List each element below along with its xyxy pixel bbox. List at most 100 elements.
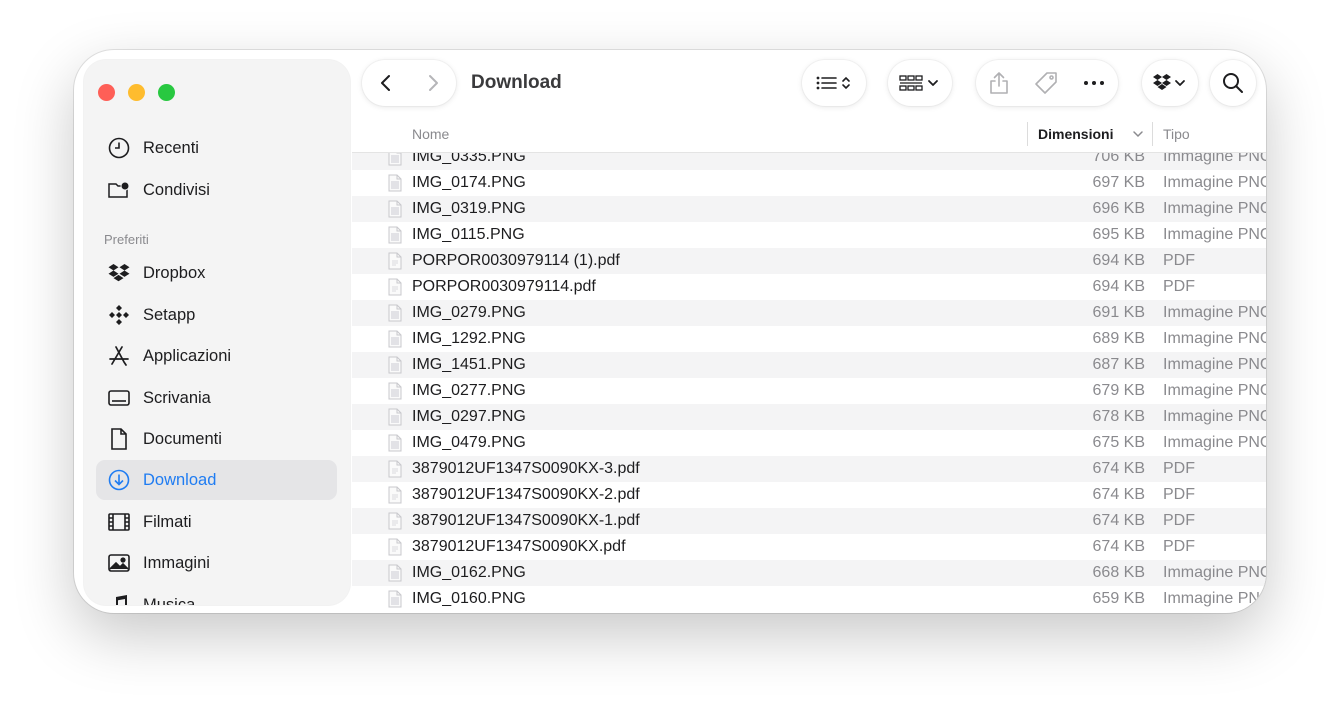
grid-group-icon — [899, 60, 941, 106]
file-kind: Immagine PNG — [1163, 174, 1266, 191]
sidebar-item-label: Applicazioni — [143, 346, 232, 365]
more-icon[interactable] — [1082, 60, 1106, 106]
column-header: Nome Dimensioni Tipo — [352, 116, 1266, 153]
file-name: 3879012UF1347S0090KX.pdf — [412, 538, 626, 555]
file-name: IMG_0479.PNG — [412, 434, 526, 451]
sidebar-item-label: Documenti — [143, 429, 222, 448]
table-row[interactable]: IMG_0319.PNG 696 KB Immagine PNG — [352, 196, 1266, 222]
group-button[interactable] — [888, 60, 952, 106]
view-options-button[interactable] — [802, 60, 866, 106]
zoom-window-button[interactable] — [158, 84, 175, 101]
image-file-icon — [388, 590, 402, 608]
search-icon — [1222, 60, 1244, 106]
image-file-icon — [388, 200, 402, 218]
music-icon — [106, 592, 132, 605]
sidebar-item-label: Dropbox — [143, 263, 206, 282]
image-file-icon — [388, 304, 402, 322]
column-separator[interactable] — [1152, 122, 1153, 146]
sidebar-item-scrivania[interactable]: Scrivania — [96, 378, 337, 418]
file-kind: Immagine PNG — [1163, 304, 1266, 321]
file-kind: Immagine PNG — [1163, 382, 1266, 399]
file-name: IMG_0279.PNG — [412, 304, 526, 321]
image-file-icon — [388, 174, 402, 192]
file-kind: Immagine PNG — [1163, 200, 1266, 217]
setapp-icon — [106, 302, 132, 328]
table-row[interactable]: PORPOR0030979114.pdf 694 KB PDF — [352, 274, 1266, 300]
table-row[interactable]: PORPOR0030979114 (1).pdf 694 KB PDF — [352, 248, 1266, 274]
file-name: IMG_0162.PNG — [412, 564, 526, 581]
table-row[interactable]: IMG_0160.PNG 659 KB Immagine PNG — [352, 586, 1266, 612]
file-name: 3879012UF1347S0090KX-3.pdf — [412, 460, 640, 477]
table-row[interactable]: IMG_0479.PNG 675 KB Immagine PNG — [352, 430, 1266, 456]
file-name: 3879012UF1347S0090KX-1.pdf — [412, 512, 640, 529]
table-row[interactable]: IMG_1292.PNG 689 KB Immagine PNG — [352, 326, 1266, 352]
pdf-file-icon — [388, 460, 402, 478]
sidebar-item-download[interactable]: Download — [96, 460, 337, 500]
forward-chevron-icon — [428, 75, 438, 91]
column-name[interactable]: Nome — [412, 126, 449, 142]
table-row[interactable]: IMG_0174.PNG 697 KB Immagine PNG — [352, 170, 1266, 196]
sidebar-item-label: Filmati — [143, 512, 192, 531]
sidebar-item-dropbox[interactable]: Dropbox — [96, 253, 337, 293]
table-row[interactable]: IMG_0279.PNG 691 KB Immagine PNG — [352, 300, 1266, 326]
tag-icon[interactable] — [1034, 60, 1058, 106]
file-kind: Immagine PNG — [1163, 408, 1266, 425]
sidebar-item-label: Scrivania — [143, 388, 211, 407]
photo-icon — [106, 550, 132, 576]
sidebar-item-recenti[interactable]: Recenti — [96, 128, 337, 168]
table-row[interactable]: 3879012UF1347S0090KX-1.pdf 674 KB PDF — [352, 508, 1266, 534]
file-name: IMG_0115.PNG — [412, 226, 525, 243]
column-size[interactable]: Dimensioni — [1038, 126, 1113, 142]
search-button[interactable] — [1210, 60, 1256, 106]
sidebar-item-condivisi[interactable]: Condivisi — [96, 170, 337, 210]
sidebar-item-immagini[interactable]: Immagini — [96, 543, 337, 583]
download-icon — [106, 467, 132, 493]
table-row[interactable]: IMG_1451.PNG 687 KB Immagine PNG — [352, 352, 1266, 378]
table-row[interactable]: 3879012UF1347S0090KX.pdf 674 KB PDF — [352, 534, 1266, 560]
file-size: 674 KB — [1092, 460, 1145, 477]
sidebar-item-setapp[interactable]: Setapp — [96, 295, 337, 335]
file-size: 696 KB — [1092, 200, 1145, 217]
table-row[interactable]: IMG_0297.PNG 678 KB Immagine PNG — [352, 404, 1266, 430]
image-file-icon — [388, 434, 402, 452]
minimize-window-button[interactable] — [128, 84, 145, 101]
column-separator[interactable] — [1027, 122, 1028, 146]
table-row[interactable]: 3879012UF1347S0090KX-2.pdf 674 KB PDF — [352, 482, 1266, 508]
table-row[interactable]: IMG_0115.PNG 695 KB Immagine PNG — [352, 222, 1266, 248]
image-file-icon — [388, 226, 402, 244]
file-size: 679 KB — [1092, 382, 1145, 399]
desktop-icon — [106, 385, 132, 411]
forward-button[interactable] — [409, 60, 456, 106]
document-icon — [106, 426, 132, 452]
sidebar-item-applicazioni[interactable]: Applicazioni — [96, 336, 337, 376]
sidebar-item-musica[interactable]: Musica — [96, 585, 337, 605]
column-kind[interactable]: Tipo — [1163, 126, 1190, 142]
sidebar-item-label: Immagini — [143, 553, 210, 572]
table-row[interactable]: IMG_0277.PNG 679 KB Immagine PNG — [352, 378, 1266, 404]
file-kind: PDF — [1163, 486, 1195, 503]
clock-icon — [106, 135, 132, 161]
pdf-file-icon — [388, 486, 402, 504]
close-window-button[interactable] — [98, 84, 115, 101]
sidebar-item-label: Musica — [143, 595, 196, 606]
file-size: 694 KB — [1092, 252, 1145, 269]
table-row[interactable]: 3879012UF1347S0090KX-3.pdf 674 KB PDF — [352, 456, 1266, 482]
back-chevron-icon — [380, 75, 390, 91]
sidebar-item-documenti[interactable]: Documenti — [96, 419, 337, 459]
file-kind: Immagine PNG — [1163, 356, 1266, 373]
file-kind: PDF — [1163, 278, 1195, 295]
dropbox-icon — [1152, 60, 1188, 106]
table-row[interactable]: IMG_0162.PNG 668 KB Immagine PNG — [352, 560, 1266, 586]
image-file-icon — [388, 356, 402, 374]
image-file-icon — [388, 564, 402, 582]
file-name: IMG_0277.PNG — [412, 382, 526, 399]
share-icon[interactable] — [988, 60, 1010, 106]
sidebar-item-filmati[interactable]: Filmati — [96, 502, 337, 542]
pdf-file-icon — [388, 278, 402, 296]
dropbox-menu-button[interactable] — [1142, 60, 1198, 106]
file-list: IMG_0335.PNG 706 KB Immagine PNG IMG_0174.P… — [352, 116, 1266, 613]
back-button[interactable] — [362, 60, 409, 106]
sort-chevron-icon — [1132, 127, 1144, 145]
file-size: 687 KB — [1092, 356, 1145, 373]
file-size: 695 KB — [1092, 226, 1145, 243]
